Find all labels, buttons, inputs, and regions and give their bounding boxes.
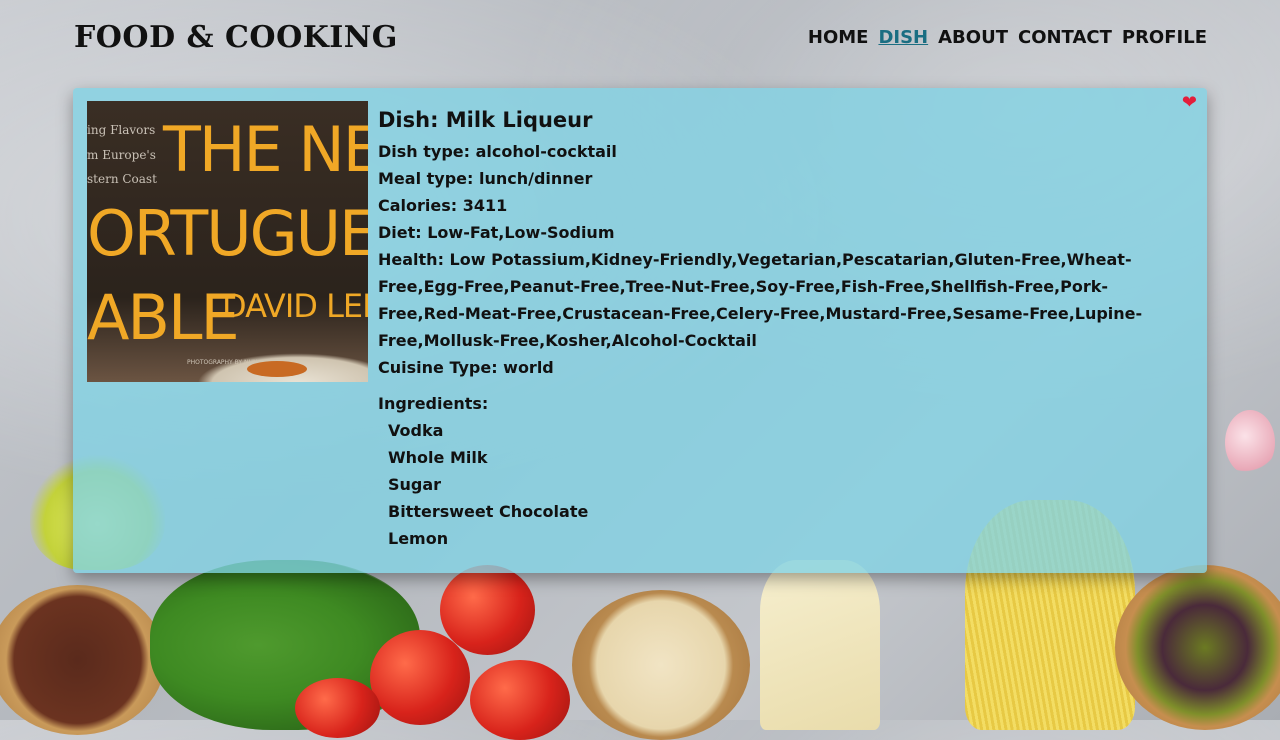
tomato-1 bbox=[440, 565, 535, 655]
diet: Diet: Low-Fat,Low-Sodium bbox=[378, 223, 615, 242]
ingredient-item: Lemon bbox=[388, 529, 449, 548]
cheese-block bbox=[760, 560, 880, 730]
dish-title: Dish: Milk Liqueur bbox=[378, 108, 593, 132]
basil-leaves bbox=[150, 560, 420, 730]
cover-subtitle-line: m Europe's bbox=[87, 148, 156, 162]
dish-card: ❤ ing Flavors m Europe's stern Coast THE… bbox=[73, 88, 1207, 573]
cover-plate bbox=[197, 353, 368, 382]
cover-author: DAVID LEI bbox=[222, 287, 368, 325]
cover-title-line: ORTUGUES bbox=[87, 197, 368, 270]
cover-subtitle-line: ing Flavors bbox=[87, 123, 156, 137]
ingredients-list: Vodka Whole Milk Sugar Bittersweet Choco… bbox=[378, 417, 1178, 552]
ingredient-item: Bittersweet Chocolate bbox=[388, 502, 589, 521]
tomato-3 bbox=[470, 660, 570, 740]
dish-info: Dish: Milk Liqueur Dish type: alcohol-co… bbox=[378, 108, 1178, 552]
cuisine-type: Cuisine Type: world bbox=[378, 358, 554, 377]
ingredient-item: Whole Milk bbox=[388, 448, 488, 467]
dried-tomatoes-bowl bbox=[0, 585, 165, 735]
cover-title-line: THE NEV bbox=[163, 113, 368, 186]
tomato-2 bbox=[370, 630, 470, 725]
nav-contact[interactable]: CONTACT bbox=[1018, 27, 1112, 48]
dish-image: ing Flavors m Europe's stern Coast THE N… bbox=[87, 101, 368, 382]
pine-nuts-bowl bbox=[572, 590, 750, 740]
cover-subtitle-line: stern Coast bbox=[87, 172, 157, 186]
nav-dish[interactable]: DISH bbox=[878, 27, 928, 48]
nav-home[interactable]: HOME bbox=[808, 27, 869, 48]
health-labels: Health: Low Potassium,Kidney-Friendly,Ve… bbox=[378, 250, 1143, 350]
nav-profile[interactable]: PROFILE bbox=[1122, 27, 1207, 48]
site-logo[interactable]: FOOD & COOKING bbox=[74, 20, 398, 55]
ingredient-item: Vodka bbox=[388, 421, 444, 440]
nav-about[interactable]: ABOUT bbox=[938, 27, 1008, 48]
meal-type: Meal type: lunch/dinner bbox=[378, 169, 593, 188]
calories: Calories: 3411 bbox=[378, 196, 508, 215]
dish-type: Dish type: alcohol-cocktail bbox=[378, 142, 617, 161]
ingredient-item: Sugar bbox=[388, 475, 442, 494]
tomato-4 bbox=[295, 678, 380, 738]
olives-bowl bbox=[1115, 565, 1280, 730]
main-nav: HOME DISH ABOUT CONTACT PROFILE bbox=[808, 27, 1207, 48]
heart-icon[interactable]: ❤ bbox=[1182, 94, 1197, 112]
garlic-clove bbox=[1225, 410, 1275, 475]
cover-title-line: ABLE bbox=[87, 281, 240, 354]
ingredients-heading: Ingredients: bbox=[378, 394, 489, 413]
